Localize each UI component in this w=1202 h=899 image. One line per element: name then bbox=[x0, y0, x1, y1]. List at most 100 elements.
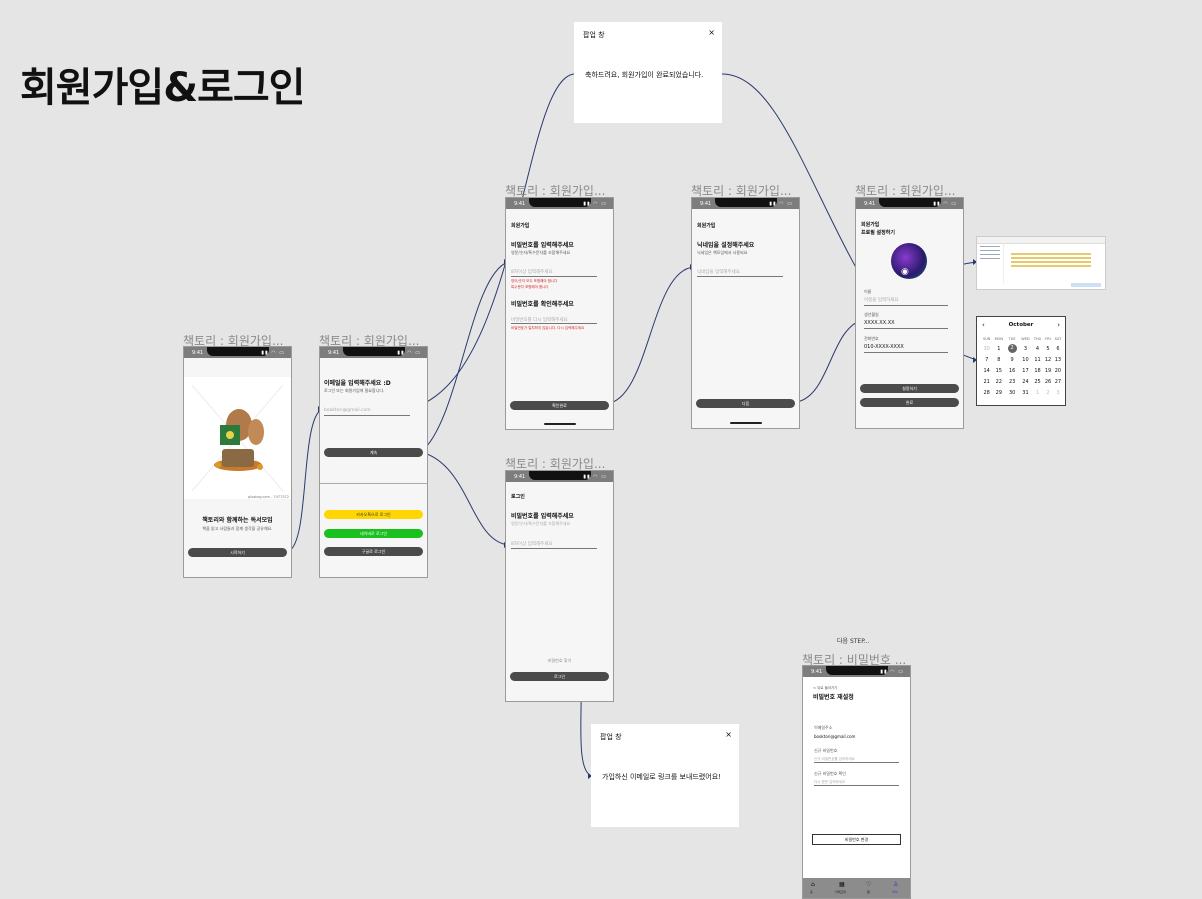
calendar-day[interactable]: 13 bbox=[1053, 354, 1063, 365]
phone-profile: 9:41 ▮▮ ◠ ▭ 회원가입 프로필 설정하기 ◉ 이름 이름을 입력하세요 … bbox=[855, 197, 964, 429]
calendar-day[interactable]: 29 bbox=[992, 387, 1005, 398]
file-list[interactable] bbox=[1011, 251, 1091, 269]
calendar-day[interactable]: 14 bbox=[981, 365, 992, 376]
status-time: 9:41 bbox=[328, 350, 340, 356]
email-input[interactable]: booktori@gmail.com bbox=[324, 408, 371, 413]
user-icon[interactable]: ♙ bbox=[893, 881, 898, 888]
home-icon[interactable]: ⌂ bbox=[811, 881, 815, 888]
calendar-day-selected[interactable]: 2 bbox=[1005, 343, 1019, 354]
heart-icon[interactable]: ♡ bbox=[866, 881, 871, 888]
status-icons: ▮▮ ◠ ▭ bbox=[397, 350, 421, 356]
notch bbox=[878, 198, 941, 207]
calendar-day[interactable]: 21 bbox=[981, 376, 992, 387]
google-login-button[interactable]: 구글로 로그인 bbox=[324, 547, 423, 556]
change-password-button[interactable]: 비밀번호 변경 bbox=[812, 834, 901, 845]
tab-my[interactable]: 마이 bbox=[892, 890, 898, 894]
forgot-password-link[interactable]: 비밀번호 찾기 bbox=[506, 658, 613, 664]
naver-login-button[interactable]: 네이버로 로그인 bbox=[324, 529, 423, 538]
next-step-label: 다음 STEP... bbox=[837, 638, 870, 645]
tab-home[interactable]: 홈 bbox=[810, 890, 813, 894]
back-link[interactable]: < 뒤로 돌아가기 bbox=[813, 686, 837, 691]
phone-input[interactable]: 010-XXXX-XXXX bbox=[864, 344, 904, 350]
next-month-icon[interactable]: › bbox=[1057, 321, 1060, 329]
calendar-day[interactable]: 16 bbox=[1005, 365, 1019, 376]
weekday-label: SAT bbox=[1054, 337, 1062, 341]
tab-category[interactable]: 카테고리 bbox=[835, 890, 846, 894]
login-button[interactable]: 로그인 bbox=[510, 672, 609, 681]
email-sub: 로그인 또는 회원가입에 필요합니다. bbox=[324, 388, 385, 393]
open-button[interactable] bbox=[1071, 283, 1101, 287]
calendar-day[interactable]: 3 bbox=[1053, 387, 1063, 398]
confirm-password-label: 신규 비밀번호 확인 bbox=[814, 771, 846, 776]
calendar-day[interactable]: 27 bbox=[1053, 376, 1063, 387]
weekday-label: TUE bbox=[1008, 337, 1016, 341]
phone-signup-password: 9:41 ▮▮ ◠ ▭ 회원가입 비밀번호를 입력해주세요 영문/숫자/특수문자를… bbox=[505, 197, 614, 430]
calendar-day[interactable]: 8 bbox=[992, 354, 1005, 365]
login-heading: 비밀번호를 입력해주세요 bbox=[511, 513, 574, 520]
status-time: 9:41 bbox=[514, 474, 526, 480]
nickname-underline bbox=[697, 276, 783, 277]
calendar-day[interactable]: 28 bbox=[981, 387, 992, 398]
calendar-day[interactable]: 31 bbox=[1019, 387, 1032, 398]
kakao-login-button[interactable]: 카카오톡으로 로그인 bbox=[324, 510, 423, 519]
calendar-day[interactable]: 12 bbox=[1043, 354, 1053, 365]
file-row[interactable] bbox=[1011, 253, 1091, 255]
calendar-day[interactable]: 22 bbox=[992, 376, 1005, 387]
calendar-day[interactable]: 30 bbox=[981, 343, 992, 354]
close-icon[interactable]: × bbox=[708, 28, 715, 37]
start-button[interactable]: 시작하기 bbox=[188, 548, 287, 557]
calendar-day[interactable]: 4 bbox=[1032, 343, 1043, 354]
password-input[interactable]: 8자이상 입력해주세요 bbox=[511, 269, 553, 275]
calendar-day[interactable]: 26 bbox=[1043, 376, 1053, 387]
status-bar: 9:41 ▮▮ ◠ ▭ bbox=[856, 198, 963, 209]
calendar-day[interactable]: 1 bbox=[992, 343, 1005, 354]
name-input[interactable]: 이름을 입력하세요 bbox=[864, 297, 899, 303]
connector-start-to-email bbox=[288, 408, 323, 552]
status-icons: ▮▮ ◠ ▭ bbox=[583, 474, 607, 480]
calendar-day[interactable]: 11 bbox=[1032, 354, 1043, 365]
confirm-error: 비밀번호가 일치하지 않습니다. 다시 입력해주세요 bbox=[511, 326, 585, 330]
file-row[interactable] bbox=[1011, 265, 1091, 267]
status-icons: ▮▮ ◠ ▭ bbox=[769, 201, 793, 207]
calendar-day[interactable]: 20 bbox=[1053, 365, 1063, 376]
calendar-day[interactable]: 19 bbox=[1043, 365, 1053, 376]
calendar-day[interactable]: 3 bbox=[1019, 343, 1032, 354]
category-icon[interactable]: ▦ bbox=[839, 881, 845, 888]
status-bar: 9:41 ▮▮ ◠ ▭ bbox=[803, 666, 910, 677]
nickname-heading: 닉네임을 설정해주세요 bbox=[697, 242, 755, 249]
date-picker-calendar: ‹ October › SUN MON TUE WED THU FRI SAT … bbox=[976, 316, 1066, 406]
camera-icon[interactable]: ◉ bbox=[901, 267, 909, 277]
calendar-day[interactable]: 17 bbox=[1019, 365, 1032, 376]
phone-email: 9:41 ▮▮ ◠ ▭ 이메일을 입력해주세요 :D 로그인 또는 회원가입에 필… bbox=[319, 346, 428, 578]
continue-button[interactable]: 계속 bbox=[324, 448, 423, 457]
calendar-day[interactable]: 7 bbox=[981, 354, 992, 365]
weekday-label: SUN bbox=[982, 337, 991, 341]
tab-wishlist[interactable]: 찜 bbox=[867, 890, 870, 894]
calendar-day[interactable]: 30 bbox=[1005, 387, 1019, 398]
login-password-input[interactable]: 8자이상 입력해주세요 bbox=[511, 541, 553, 547]
calendar-day[interactable]: 5 bbox=[1043, 343, 1053, 354]
calendar-day[interactable]: 24 bbox=[1019, 376, 1032, 387]
done-button[interactable]: 완료 bbox=[860, 398, 959, 407]
calendar-day[interactable]: 15 bbox=[992, 365, 1005, 376]
calendar-day[interactable]: 6 bbox=[1053, 343, 1063, 354]
weekday-label: THU bbox=[1033, 337, 1042, 341]
calendar-day[interactable]: 10 bbox=[1019, 354, 1032, 365]
confirm-button[interactable]: 확인완료 bbox=[510, 401, 609, 410]
birth-input[interactable]: XXXX.XX.XX bbox=[864, 320, 895, 326]
nickname-input[interactable]: 닉네임을 입력해주세요 bbox=[697, 269, 740, 275]
calendar-day[interactable]: 18 bbox=[1032, 365, 1043, 376]
calendar-day[interactable]: 25 bbox=[1032, 376, 1043, 387]
file-row[interactable] bbox=[1011, 261, 1091, 263]
file-row[interactable] bbox=[1011, 257, 1091, 259]
next-button[interactable]: 다음 bbox=[696, 399, 795, 408]
close-icon[interactable]: × bbox=[725, 730, 732, 739]
calendar-day[interactable]: 9 bbox=[1005, 354, 1019, 365]
calendar-day[interactable]: 1 bbox=[1032, 387, 1043, 398]
calendar-day[interactable]: 2 bbox=[1043, 387, 1053, 398]
status-time: 9:41 bbox=[192, 350, 204, 356]
save-profile-button[interactable]: 설정하기 bbox=[860, 384, 959, 393]
signup-title: 회원가입 bbox=[697, 223, 716, 229]
calendar-day[interactable]: 23 bbox=[1005, 376, 1019, 387]
profile-avatar[interactable]: ◉ bbox=[891, 243, 927, 279]
